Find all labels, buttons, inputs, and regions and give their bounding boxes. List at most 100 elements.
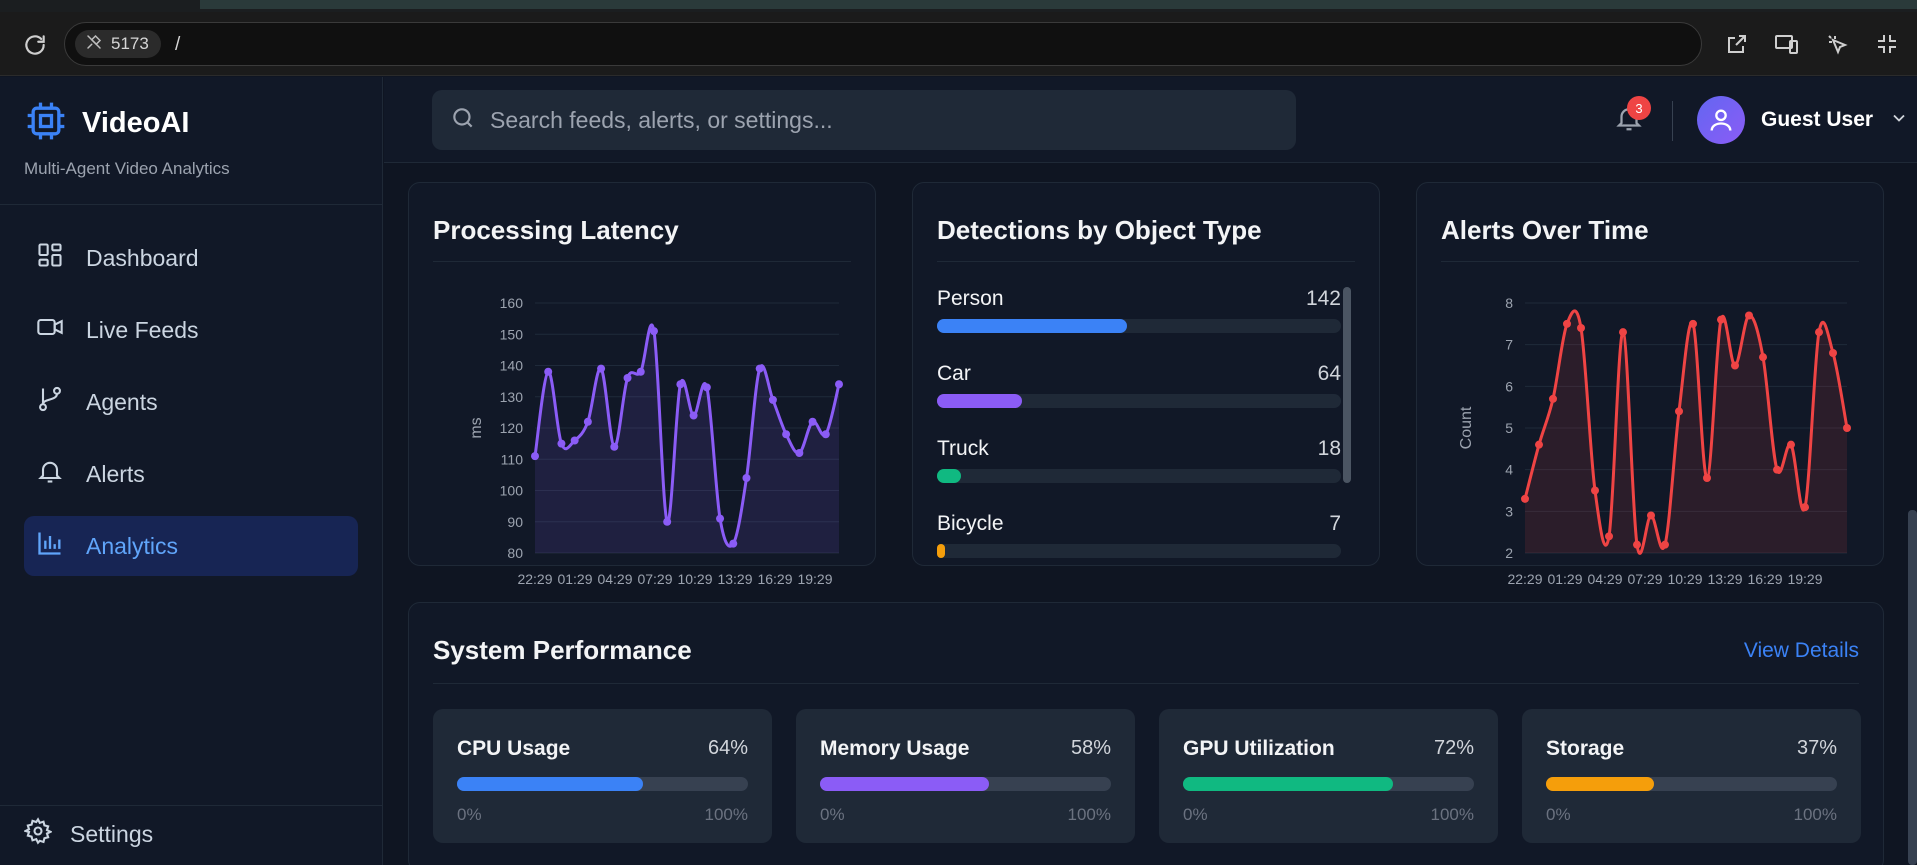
- x-tick-label: 10:29: [677, 571, 712, 587]
- metric-bar: [820, 777, 989, 791]
- y-axis-label: Count: [1458, 406, 1475, 449]
- sidebar-item-label: Analytics: [86, 532, 179, 559]
- data-point: [676, 380, 685, 389]
- detection-track: [937, 469, 1341, 483]
- metric-min: 0%: [1546, 805, 1571, 824]
- sidebar-item-alerts[interactable]: Alerts: [24, 444, 358, 504]
- metric-min: 0%: [1183, 805, 1208, 824]
- address-bar[interactable]: 5173 /: [64, 22, 1702, 66]
- y-tick-label: 160: [500, 295, 524, 311]
- x-tick-label: 13:29: [717, 571, 752, 587]
- minimize-icon[interactable]: [1871, 28, 1903, 60]
- main-content: Processing Latency 80 90 100 110 120 130 140 15…: [384, 164, 1917, 865]
- brand[interactable]: VideoAI: [24, 99, 189, 148]
- search-icon: [450, 105, 476, 136]
- data-point: [1759, 353, 1767, 362]
- data-point: [1773, 465, 1781, 474]
- list-item: Person 142: [937, 287, 1341, 362]
- user-name: Guest User: [1761, 108, 1874, 131]
- brand-subtitle: Multi-Agent Video Analytics: [24, 159, 230, 178]
- metric-label: GPU Utilization: [1183, 737, 1335, 760]
- detection-bar: [937, 544, 946, 558]
- detection-label: Person: [937, 287, 1004, 310]
- metric-max: 100%: [1067, 805, 1111, 824]
- series-area: [535, 324, 839, 553]
- data-point: [808, 417, 817, 426]
- latency-card: Processing Latency 80 90 100 110 120 130 140 15…: [408, 182, 876, 587]
- dashboard-icon: [36, 241, 64, 275]
- branch-icon: [36, 385, 64, 419]
- url-path: /: [175, 34, 181, 55]
- metric-card-gpu: GPU Utilization 72% 0% 100%: [1159, 709, 1498, 843]
- metric-value: 64%: [707, 737, 748, 759]
- sidebar-item-label: Agents: [86, 388, 158, 415]
- sidebar-item-agents[interactable]: Agents: [24, 372, 358, 432]
- data-point: [1829, 349, 1837, 357]
- sidebar-item-live-feeds[interactable]: Live Feeds: [24, 300, 358, 360]
- data-point: [1647, 511, 1655, 520]
- detection-label: Truck: [937, 437, 989, 460]
- data-point: [597, 364, 606, 373]
- sidebar-item-analytics[interactable]: Analytics: [24, 516, 358, 576]
- notification-badge: 3: [1627, 96, 1651, 120]
- data-point: [1633, 540, 1641, 549]
- metric-max: 100%: [1430, 805, 1474, 824]
- y-tick-label: 5: [1505, 420, 1513, 436]
- metric-track: [820, 777, 1111, 791]
- data-point: [1535, 440, 1543, 449]
- data-point: [1563, 319, 1571, 328]
- bell-icon: [36, 457, 64, 491]
- search-box[interactable]: [432, 90, 1296, 150]
- data-point: [636, 367, 645, 376]
- data-point: [1815, 328, 1823, 337]
- gear-icon: [22, 817, 53, 851]
- data-point: [742, 474, 751, 482]
- browser-toolbar: 5173 /: [0, 12, 1917, 76]
- port-chip[interactable]: 5173: [75, 30, 161, 58]
- y-tick-label: 7: [1505, 337, 1513, 353]
- chip-icon: [24, 99, 68, 148]
- system-performance-card: System Performance View Details CPU Usag…: [408, 602, 1884, 865]
- x-tick-label: 16:29: [757, 571, 792, 587]
- reload-icon[interactable]: [22, 32, 48, 58]
- list-item: Car 64: [937, 362, 1341, 437]
- detection-bar: [937, 394, 1022, 408]
- detection-count: 7: [1329, 512, 1341, 535]
- detection-track: [937, 544, 1341, 558]
- metric-max: 100%: [704, 805, 748, 824]
- data-point: [610, 442, 619, 451]
- data-point: [795, 449, 804, 457]
- y-tick-label: 90: [507, 514, 523, 530]
- sidebar-nav: Dashboard Live Feeds Agents Alerts Analy…: [24, 228, 358, 588]
- plug-icon: [85, 33, 103, 56]
- view-details-link[interactable]: View Details: [1744, 639, 1859, 663]
- sidebar-item-dashboard[interactable]: Dashboard: [24, 228, 358, 288]
- open-external-icon[interactable]: [1721, 28, 1753, 60]
- device-toggle-icon[interactable]: [1771, 28, 1803, 60]
- detections-scrollbar[interactable]: [1343, 287, 1351, 483]
- detection-label: Bicycle: [937, 512, 1004, 535]
- x-tick-label: 04:29: [597, 571, 632, 587]
- performance-title: System Performance: [433, 635, 692, 665]
- video-icon: [36, 313, 64, 347]
- sidebar: VideoAI Multi-Agent Video Analytics Dash…: [0, 77, 383, 865]
- y-tick-label: 120: [500, 420, 524, 436]
- inspect-cursor-icon[interactable]: [1821, 28, 1853, 60]
- data-point: [689, 411, 698, 420]
- data-point: [835, 380, 843, 389]
- detection-count: 18: [1317, 437, 1341, 460]
- x-tick-label: 04:29: [1587, 571, 1622, 587]
- alerts-chart: 2 3 4 5 6 7 8 Count 22:29 01:29 04:29 07:29 10:29 13:…: [1458, 295, 1851, 587]
- search-input[interactable]: [490, 106, 1270, 134]
- y-tick-label: 100: [500, 483, 524, 499]
- main-scrollbar[interactable]: [1908, 510, 1917, 865]
- sidebar-item-settings[interactable]: Settings: [22, 817, 153, 851]
- list-item: Truck 18: [937, 437, 1341, 512]
- avatar: [1697, 96, 1745, 144]
- metric-card-storage: Storage 37% 0% 100%: [1522, 709, 1861, 843]
- user-menu[interactable]: Guest User: [1697, 96, 1909, 144]
- y-axis-label: ms: [468, 417, 485, 438]
- metric-card-memory: Memory Usage 58% 0% 100%: [796, 709, 1135, 843]
- data-point: [1619, 328, 1627, 337]
- x-tick-label: 13:29: [1707, 571, 1742, 587]
